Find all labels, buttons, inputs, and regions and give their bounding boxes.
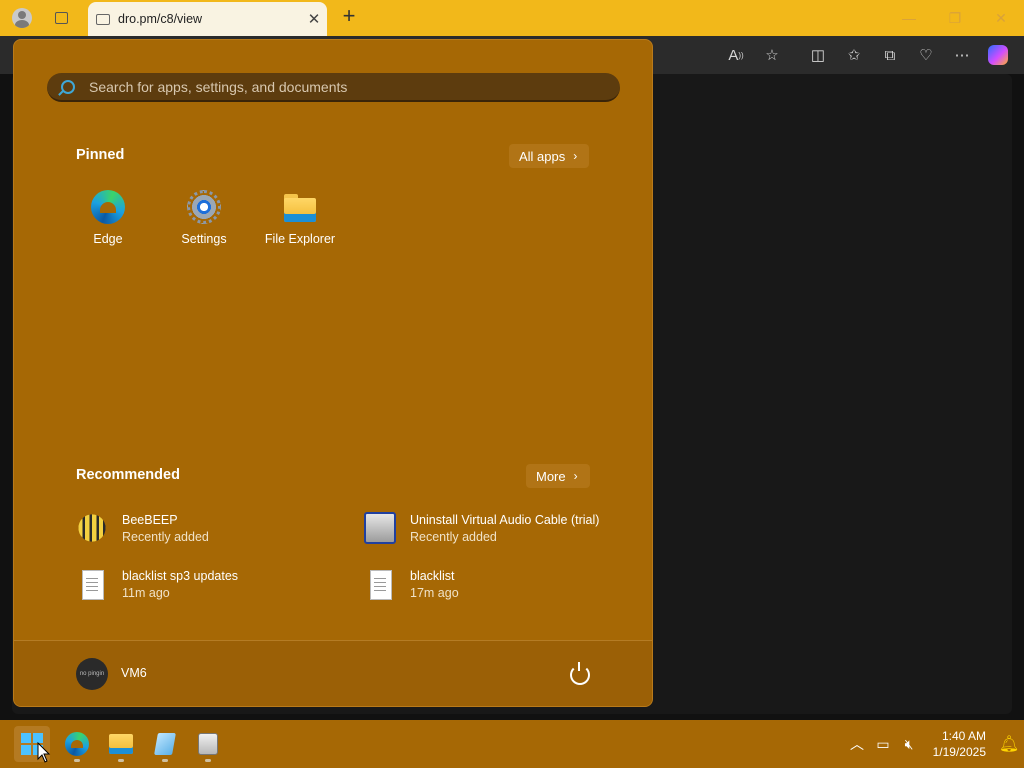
folder-icon (283, 190, 317, 224)
recommended-item-subtitle: Recently added (410, 529, 497, 544)
copilot-button[interactable] (980, 40, 1016, 70)
more-button[interactable]: More › (526, 464, 590, 488)
all-apps-label: All apps (519, 148, 566, 164)
notification-bell-icon[interactable]: 🔔︎ (994, 734, 1024, 754)
user-avatar[interactable]: no pingin (76, 658, 108, 690)
more-label: More (536, 468, 566, 484)
recommended-item-subtitle: 11m ago (122, 585, 170, 600)
running-indicator (205, 759, 211, 762)
tab-actions-icon (54, 12, 68, 24)
recommended-item-name: blacklist sp3 updates (122, 568, 239, 583)
show-hidden-icons-chevron-icon[interactable]: ︿ (844, 729, 870, 759)
chevron-right-icon: › (573, 149, 578, 163)
recommended-item[interactable]: BeeBEEP Recently added (76, 506, 336, 550)
browser-tab-strip: dro.pm/c8/view ✕ + — ❐ ✕ (0, 0, 1024, 36)
running-indicator (74, 759, 80, 762)
start-menu: Pinned All apps › Edge Settings File Exp… (13, 39, 653, 707)
taskbar-installer[interactable] (190, 726, 226, 762)
favorite-star-icon[interactable]: ☆ (754, 40, 790, 70)
document-icon (76, 568, 108, 600)
recommended-item[interactable]: blacklist 17m ago (364, 562, 624, 606)
taskbar-file-explorer[interactable] (103, 726, 139, 762)
pinned-app-settings[interactable]: Settings (156, 190, 252, 260)
start-menu-footer: no pingin VM6 (14, 640, 652, 706)
pinned-app-label: File Explorer (264, 232, 336, 246)
recommended-item-subtitle: 17m ago (410, 585, 459, 600)
taskbar: ︿ ▭ 🔇︎ 1:40 AM 1/19/2025 🔔︎ (0, 720, 1024, 768)
document-icon (364, 568, 396, 600)
browser-essentials-icon[interactable]: ♡ (908, 40, 944, 70)
window-controls: — ❐ ✕ (886, 0, 1024, 36)
mouse-cursor-icon (37, 742, 51, 763)
start-search-box[interactable] (47, 73, 620, 102)
pinned-title: Pinned (76, 147, 125, 163)
browser-tab[interactable]: dro.pm/c8/view ✕ (88, 2, 327, 36)
chevron-right-icon: › (573, 469, 578, 483)
settings-gear-icon (187, 190, 221, 224)
notepad-icon (154, 733, 176, 755)
uninstaller-icon (364, 512, 396, 544)
pinned-app-file-explorer[interactable]: File Explorer (252, 190, 348, 260)
network-icon[interactable]: ▭ (870, 729, 896, 759)
profile-icon (12, 8, 32, 28)
taskbar-edge[interactable] (59, 726, 95, 762)
all-apps-button[interactable]: All apps › (509, 144, 590, 168)
collections-icon[interactable]: ⧉ (872, 40, 908, 70)
taskbar-notepad[interactable] (147, 726, 183, 762)
clock-date: 1/19/2025 (932, 745, 986, 759)
running-indicator (162, 759, 168, 762)
search-icon (61, 79, 75, 94)
split-screen-icon[interactable]: ◫ (800, 40, 836, 70)
more-options-icon[interactable]: ⋯ (944, 40, 980, 70)
running-indicator (118, 759, 124, 762)
copilot-icon (988, 45, 1008, 65)
recommended-item-name: Uninstall Virtual Audio Cable (trial) (410, 512, 600, 527)
clock-time: 1:40 AM (941, 729, 986, 743)
recommended-item-name: blacklist (410, 568, 455, 583)
recommended-item-name: BeeBEEP (122, 512, 178, 527)
pinned-app-label: Edge (93, 232, 123, 246)
tab-close-button[interactable]: ✕ (301, 10, 327, 28)
recommended-item-subtitle: Recently added (122, 529, 209, 544)
system-tray: ︿ ▭ 🔇︎ 1:40 AM 1/19/2025 🔔︎ (844, 720, 1024, 768)
restore-button[interactable]: ❐ (932, 0, 978, 36)
pinned-app-edge[interactable]: Edge (60, 190, 156, 260)
folder-icon (109, 734, 133, 754)
tab-favicon-icon (96, 13, 110, 25)
start-search-input[interactable] (89, 78, 589, 95)
minimize-button[interactable]: — (886, 0, 932, 36)
pinned-app-label: Settings (181, 232, 227, 246)
user-name[interactable]: VM6 (121, 666, 147, 680)
read-aloud-icon[interactable]: A)) (718, 40, 754, 70)
clock[interactable]: 1:40 AM 1/19/2025 (922, 728, 994, 760)
tab-title: dro.pm/c8/view (118, 12, 203, 26)
bee-icon (78, 514, 106, 542)
recommended-item[interactable]: blacklist sp3 updates 11m ago (76, 562, 336, 606)
close-window-button[interactable]: ✕ (978, 0, 1024, 36)
volume-muted-icon[interactable]: 🔇︎ (896, 729, 922, 759)
favorites-icon[interactable]: ✩ (836, 40, 872, 70)
profile-button[interactable] (8, 5, 36, 31)
recommended-item[interactable]: Uninstall Virtual Audio Cable (trial) Re… (364, 506, 644, 550)
tab-actions-button[interactable] (48, 5, 74, 31)
recommended-title: Recommended (76, 467, 180, 483)
power-icon[interactable] (570, 662, 590, 685)
edge-icon (91, 190, 125, 224)
pinned-apps-grid: Edge Settings File Explorer (60, 190, 348, 260)
new-tab-button[interactable]: + (336, 4, 362, 30)
edge-icon (65, 732, 89, 756)
installer-icon (198, 733, 218, 755)
